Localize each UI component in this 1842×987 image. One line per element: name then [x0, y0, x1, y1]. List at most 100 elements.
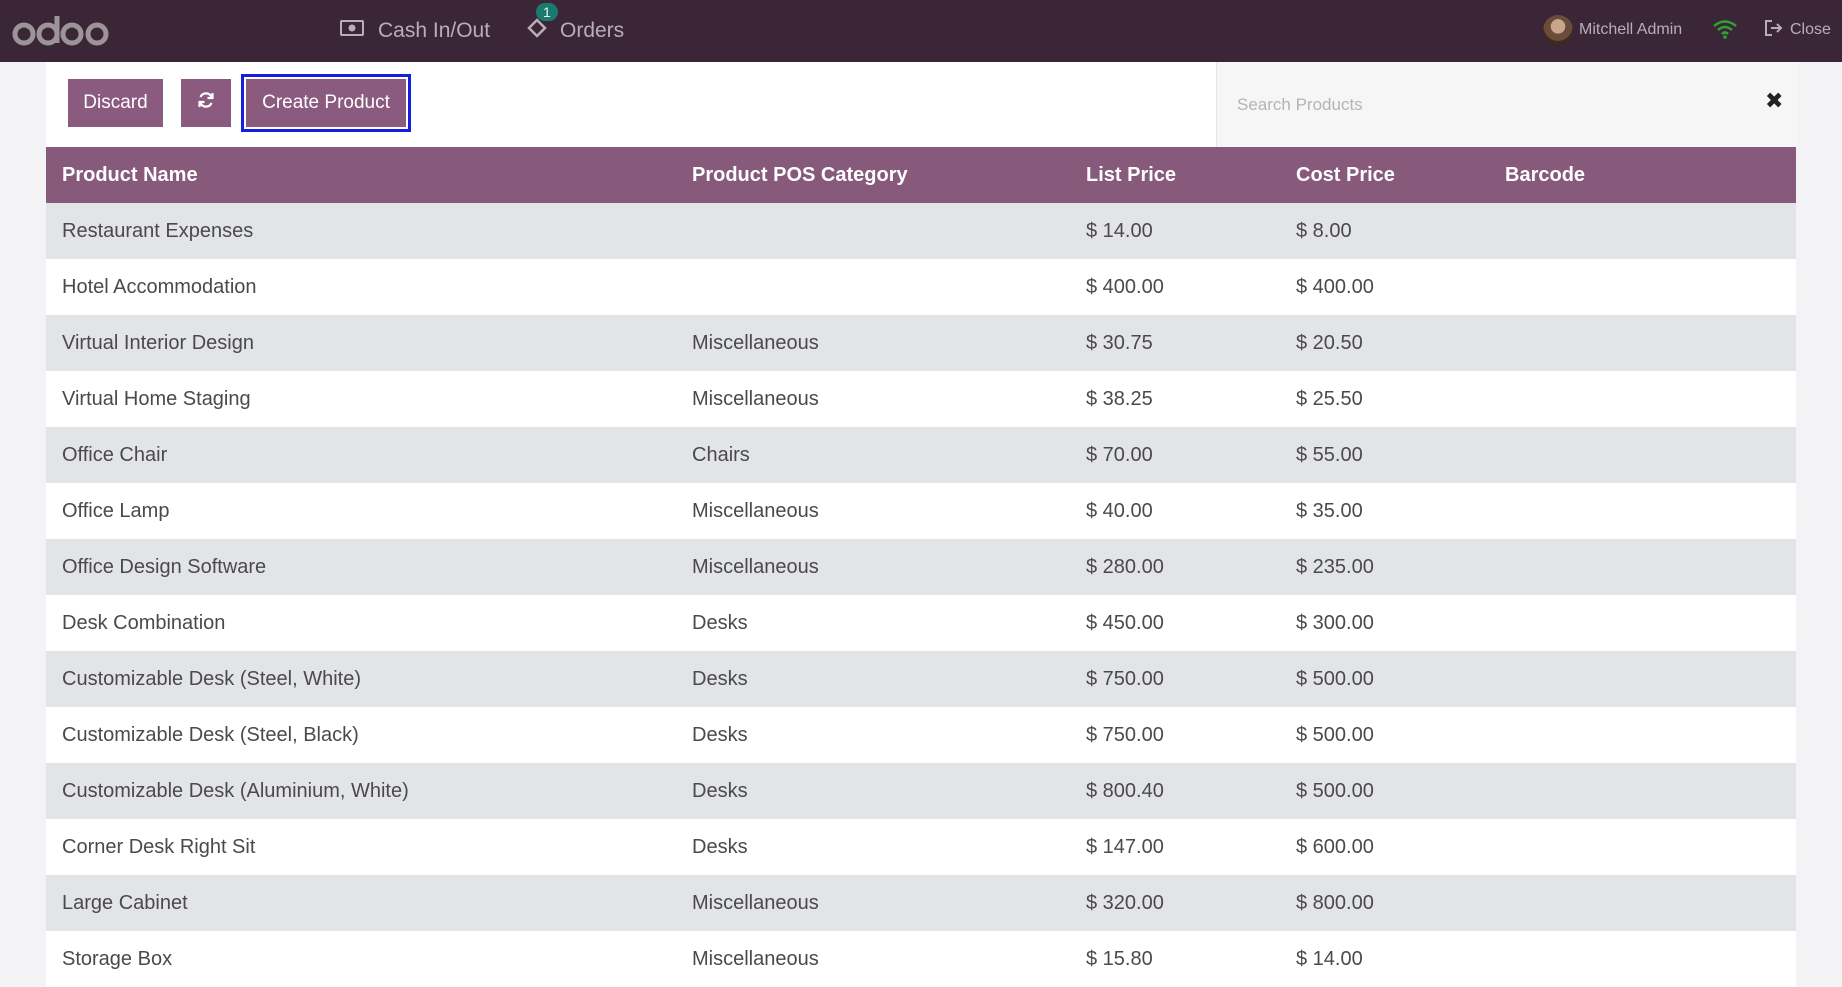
- ticket-icon: 1: [526, 3, 558, 45]
- cash-in-out-label: Cash In/Out: [378, 19, 491, 42]
- cell-category: Miscellaneous: [692, 331, 819, 354]
- cell-list-price: $ 400.00: [1086, 275, 1164, 298]
- table-row[interactable]: Customizable Desk (Aluminium, White) Desk…: [46, 763, 1796, 819]
- cell-name: Customizable Desk (Steel, Black): [62, 723, 359, 746]
- search-panel: ✖: [1216, 62, 1799, 147]
- cell-name: Office Chair: [62, 443, 168, 466]
- table-row[interactable]: Storage Box Miscellaneous $ 15.80 $ 14.00: [46, 931, 1796, 987]
- table-row[interactable]: Corner Desk Right Sit Desks $ 147.00 $ 600.…: [46, 819, 1796, 875]
- cell-barcode: [1489, 539, 1796, 595]
- cell-barcode: [1489, 707, 1796, 763]
- header-barcode: Barcode: [1505, 163, 1586, 186]
- control-panel: Discard Create Product: [46, 62, 1216, 147]
- cell-list-price: $ 147.00: [1086, 835, 1164, 858]
- cell-name: Large Cabinet: [62, 891, 188, 914]
- cell-cost-price: $ 25.50: [1296, 387, 1363, 410]
- cell-barcode: [1489, 427, 1796, 483]
- top-navbar: Cash In/Out 1 Orders Mitchell Admin Clos…: [0, 0, 1842, 62]
- cell-name: Customizable Desk (Aluminium, White): [62, 779, 409, 802]
- cell-barcode: [1489, 763, 1796, 819]
- user-name: Mitchell Admin: [1579, 21, 1683, 38]
- cell-cost-price: $ 800.00: [1296, 891, 1374, 914]
- cell-barcode: [1489, 315, 1796, 371]
- product-table: Product Name Product POS Category List P…: [46, 147, 1796, 987]
- cell-cost-price: $ 55.00: [1296, 443, 1363, 466]
- cell-list-price: $ 320.00: [1086, 891, 1164, 914]
- cell-barcode: [1489, 819, 1796, 875]
- cash-in-out-button[interactable]: Cash In/Out: [340, 0, 490, 62]
- cell-list-price: $ 14.00: [1086, 219, 1153, 242]
- cell-barcode: [1489, 875, 1796, 931]
- table-row[interactable]: Office Lamp Miscellaneous $ 40.00 $ 35.00: [46, 483, 1796, 539]
- table-row[interactable]: Virtual Interior Design Miscellaneous $ 30…: [46, 315, 1796, 371]
- close-label: Close: [1790, 21, 1831, 38]
- header-product-name: Product Name: [62, 163, 198, 186]
- table-row[interactable]: Large Cabinet Miscellaneous $ 320.00 $ 800.…: [46, 875, 1796, 931]
- cell-category: Desks: [692, 779, 748, 802]
- cell-category: Desks: [692, 723, 748, 746]
- cell-name: Restaurant Expenses: [62, 219, 254, 242]
- cell-barcode: [1489, 203, 1796, 259]
- table-row[interactable]: Customizable Desk (Steel, Black) Desks $ 7…: [46, 707, 1796, 763]
- table-row[interactable]: Restaurant Expenses $ 14.00 $ 8.00: [46, 203, 1796, 259]
- cell-list-price: $ 15.80: [1086, 947, 1153, 970]
- cell-cost-price: $ 14.00: [1296, 947, 1363, 970]
- close-button[interactable]: Close: [1764, 0, 1831, 60]
- money-icon: [340, 19, 364, 43]
- cell-list-price: $ 280.00: [1086, 555, 1164, 578]
- cell-name: Virtual Home Staging: [62, 387, 251, 410]
- cell-barcode: [1489, 595, 1796, 651]
- header-cost-price: Cost Price: [1296, 163, 1395, 186]
- refresh-button[interactable]: [181, 79, 231, 127]
- odoo-logo: [12, 12, 116, 50]
- cell-list-price: $ 38.25: [1086, 387, 1153, 410]
- cell-list-price: $ 30.75: [1086, 331, 1153, 354]
- sign-out-icon: [1764, 19, 1784, 42]
- orders-label: Orders: [560, 19, 625, 42]
- create-product-button[interactable]: Create Product: [241, 74, 411, 132]
- cell-barcode: [1489, 371, 1796, 427]
- cell-cost-price: $ 500.00: [1296, 667, 1374, 690]
- cell-barcode: [1489, 931, 1796, 987]
- cell-category: [676, 203, 1070, 259]
- discard-button[interactable]: Discard: [68, 79, 163, 127]
- table-row[interactable]: Desk Combination Desks $ 450.00 $ 300.00: [46, 595, 1796, 651]
- cell-barcode: [1489, 651, 1796, 707]
- orders-count-badge: 1: [536, 3, 558, 21]
- cell-cost-price: $ 235.00: [1296, 555, 1374, 578]
- cell-category: Desks: [692, 667, 748, 690]
- cell-cost-price: $ 400.00: [1296, 275, 1374, 298]
- search-input[interactable]: [1235, 86, 1719, 124]
- orders-button[interactable]: 1 Orders: [526, 0, 624, 62]
- table-row[interactable]: Office Chair Chairs $ 70.00 $ 55.00: [46, 427, 1796, 483]
- cell-list-price: $ 800.40: [1086, 779, 1164, 802]
- user-menu[interactable]: Mitchell Admin: [1543, 0, 1682, 60]
- cell-name: Office Lamp: [62, 499, 170, 522]
- cell-list-price: $ 750.00: [1086, 667, 1164, 690]
- cell-list-price: $ 450.00: [1086, 611, 1164, 634]
- cell-category: Chairs: [692, 443, 750, 466]
- cell-category: Desks: [692, 835, 748, 858]
- cell-category: [676, 259, 1070, 315]
- table-row[interactable]: Hotel Accommodation $ 400.00 $ 400.00: [46, 259, 1796, 315]
- cell-category: Miscellaneous: [692, 891, 819, 914]
- cell-list-price: $ 40.00: [1086, 499, 1153, 522]
- table-row[interactable]: Office Design Software Miscellaneous $ 280…: [46, 539, 1796, 595]
- table-row[interactable]: Customizable Desk (Steel, White) Desks $ 7…: [46, 651, 1796, 707]
- cell-barcode: [1489, 259, 1796, 315]
- close-icon[interactable]: ✖: [1765, 88, 1783, 114]
- refresh-icon: [197, 91, 215, 115]
- cell-category: Miscellaneous: [692, 947, 819, 970]
- cell-category: Miscellaneous: [692, 387, 819, 410]
- table-header-row: Product Name Product POS Category List P…: [46, 147, 1796, 203]
- table-row[interactable]: Virtual Home Staging Miscellaneous $ 38.25…: [46, 371, 1796, 427]
- wifi-icon[interactable]: [1712, 18, 1738, 45]
- cell-category: Desks: [692, 611, 748, 634]
- header-list-price: List Price: [1086, 163, 1177, 186]
- cell-cost-price: $ 600.00: [1296, 835, 1374, 858]
- cell-category: Miscellaneous: [692, 499, 819, 522]
- header-pos-category: Product POS Category: [692, 163, 908, 186]
- cell-list-price: $ 70.00: [1086, 443, 1153, 466]
- cell-category: Miscellaneous: [692, 555, 819, 578]
- cell-cost-price: $ 500.00: [1296, 779, 1374, 802]
